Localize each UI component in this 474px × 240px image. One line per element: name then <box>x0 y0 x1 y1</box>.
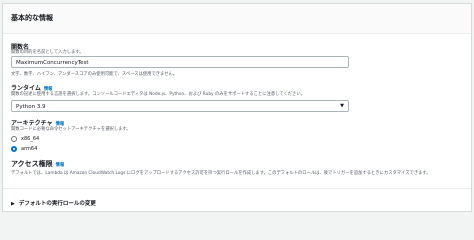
caret-right-icon: ▶ <box>11 201 15 207</box>
function-name-description: 関数の目的を名前として入力します。 <box>11 50 84 55</box>
permissions-info-link[interactable]: 情報 <box>56 163 65 168</box>
function-name-value: MaximumConcurrencyTest <box>16 59 89 66</box>
caret-down-icon: ▼ <box>340 103 344 109</box>
permissions-label-text: アクセス権限 <box>11 160 53 168</box>
architecture-description: 関数コードに必要な命令セットアーキテクチャを選択します。 <box>11 127 131 132</box>
runtime-description: 関数の記述に使用する言語を選択します。コンソールコードエディタは Node.js… <box>11 92 305 97</box>
runtime-select[interactable]: Python 3.9 ▼ <box>11 100 349 112</box>
basic-info-panel: 基本的な情報 関数名 関数の目的を名前として入力します。 MaximumConc… <box>2 3 472 212</box>
permissions-description: デフォルトでは、Lambda は Amazon CloudWatch Logs … <box>11 171 431 176</box>
panel-title: 基本的な情報 <box>11 14 53 22</box>
change-execution-role-expander[interactable]: ▶ デフォルトの実行ロールの変更 <box>11 199 96 207</box>
expander-label: デフォルトの実行ロールの変更 <box>18 201 96 207</box>
panel-header: 基本的な情報 <box>3 4 471 34</box>
radio-label-x86: x86_64 <box>21 136 40 142</box>
function-name-input[interactable]: MaximumConcurrencyTest <box>11 56 349 68</box>
function-name-hint: 文字、数字、ハイフン、アンダースコアのみ使用可能で、スペースは使用できません。 <box>11 72 178 77</box>
radio-label-arm64: arm64 <box>21 146 38 152</box>
divider <box>3 188 471 189</box>
runtime-selected-value: Python 3.9 <box>16 103 46 110</box>
radio-button[interactable] <box>11 136 17 142</box>
permissions-label: アクセス権限 情報 <box>11 159 64 169</box>
radio-button-checked[interactable] <box>11 146 17 152</box>
